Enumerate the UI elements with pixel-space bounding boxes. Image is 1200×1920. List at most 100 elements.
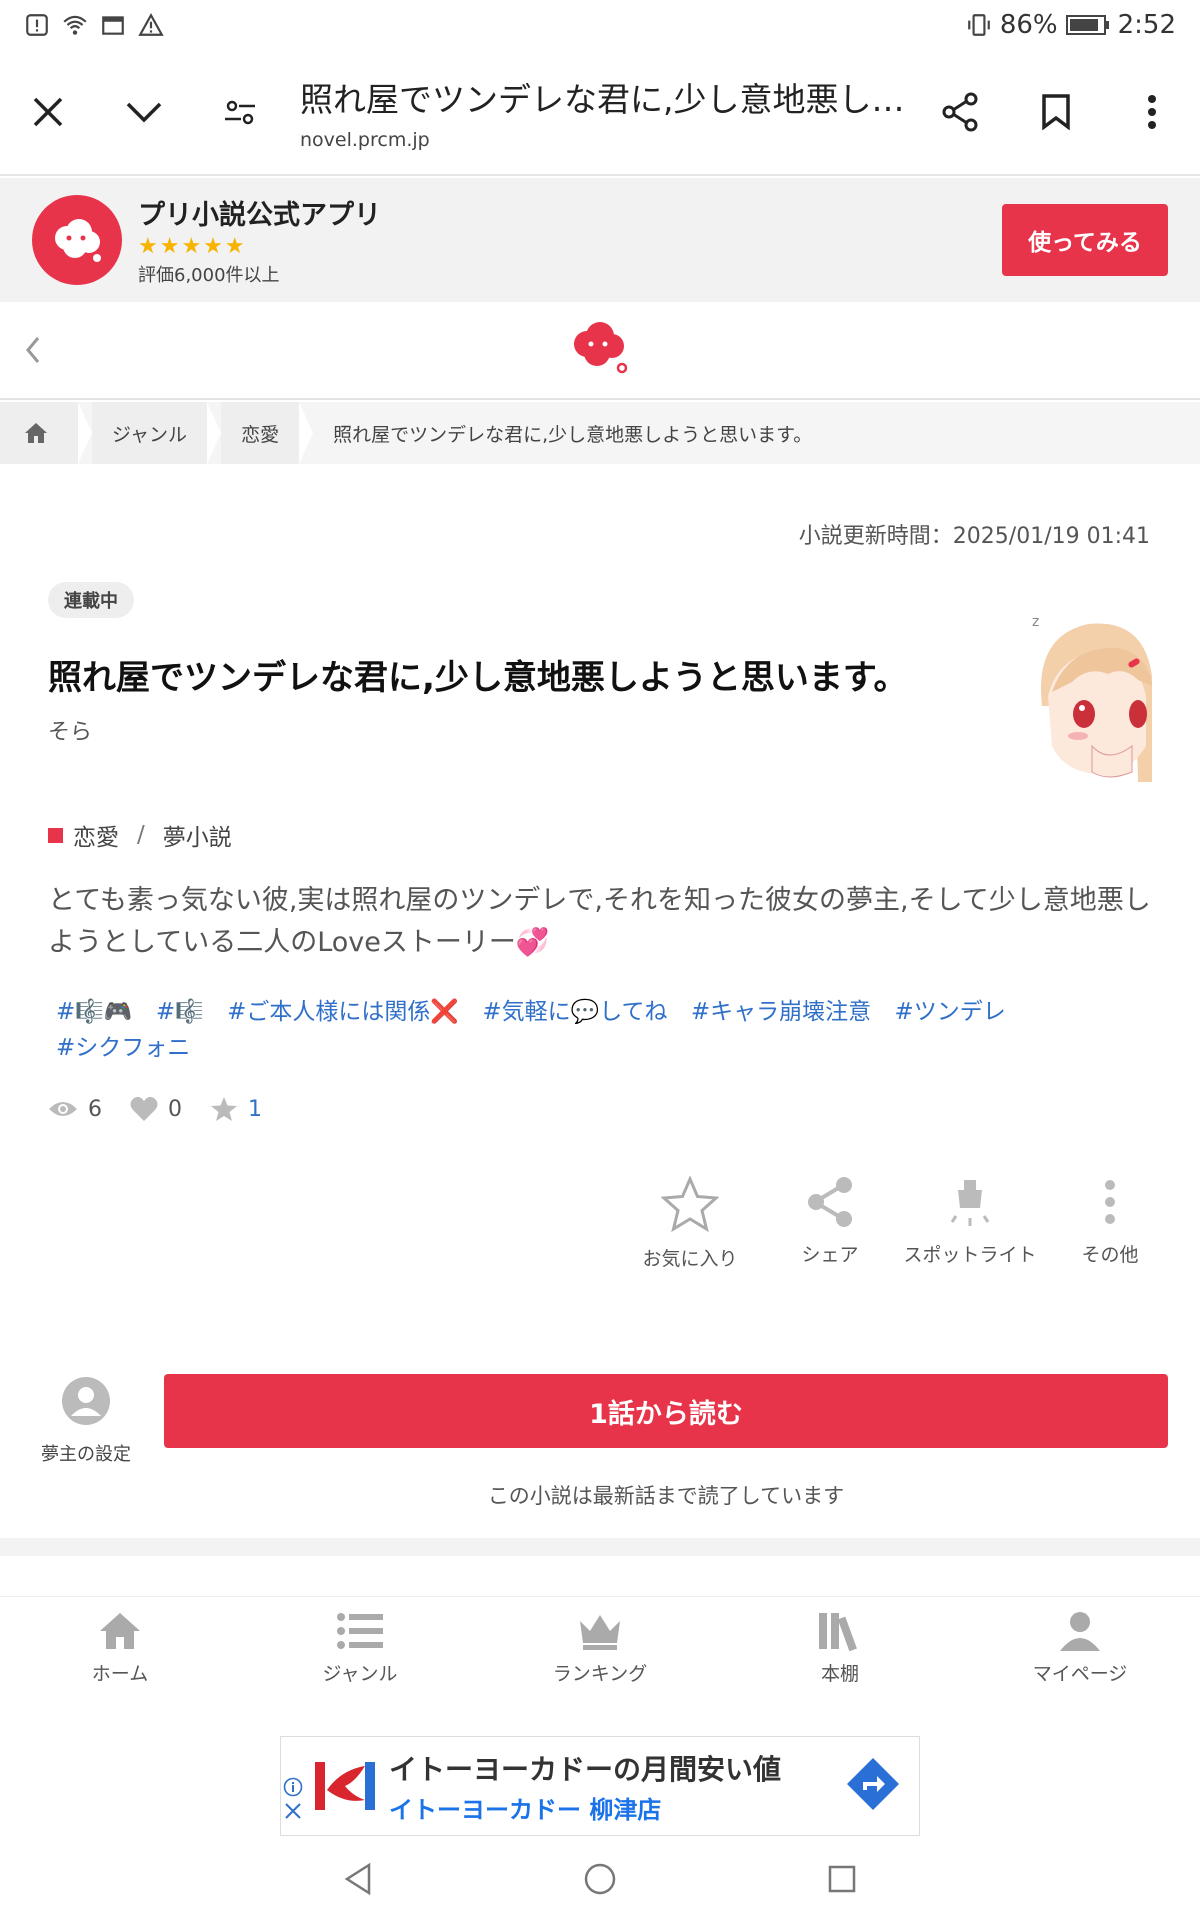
breadcrumb-romance[interactable]: 恋愛 <box>221 402 300 464</box>
tag-link[interactable]: #気軽に💬してね <box>482 999 667 1025</box>
dream-protagonist-setting[interactable]: 夢主の設定 <box>26 1376 146 1466</box>
dove-logo-icon <box>315 1756 375 1816</box>
spotlight-label: スポットライト <box>903 1244 1037 1266</box>
back-button[interactable] <box>20 332 44 372</box>
try-app-button[interactable]: 使ってみる <box>1002 204 1168 276</box>
more-vertical-icon <box>1148 95 1156 129</box>
site-logo[interactable] <box>567 318 633 382</box>
star-outline-icon <box>661 1176 719 1232</box>
genre-separator: / <box>137 822 145 848</box>
genre-link[interactable]: 恋愛 <box>73 818 119 852</box>
system-navigation <box>0 1838 1200 1920</box>
tag-link[interactable]: #ご本人様には関係❌ <box>227 999 459 1025</box>
close-icon <box>33 97 63 127</box>
status-bar: 86% 2:52 <box>0 0 1200 50</box>
nav-mypage[interactable]: マイページ <box>960 1597 1200 1706</box>
like-count: 0 <box>130 1096 182 1122</box>
app-promo-banner: プリ小説公式アプリ ★★★★★ 評価6,000件以上 使ってみる <box>0 178 1200 302</box>
ad-banner[interactable]: イトーヨーカドーの月間安い値 イトーヨーカドー 柳津店 <box>280 1736 920 1836</box>
more-button[interactable]: その他 <box>1040 1176 1180 1271</box>
tag-link[interactable]: #ツンデレ <box>894 999 1005 1025</box>
tag-link[interactable]: #🎼 <box>156 999 204 1025</box>
app-rating-stars: ★★★★★ <box>138 234 247 259</box>
novel-actions: お気に入り シェア スポットライト その他 <box>620 1176 1180 1271</box>
read-from-first-button[interactable]: 1話から読む <box>164 1374 1168 1448</box>
share-icon <box>942 92 978 132</box>
bookmark-icon <box>1042 94 1070 130</box>
minimize-button[interactable] <box>96 64 192 160</box>
cloud-logo-icon <box>55 219 101 262</box>
star-icon <box>211 1097 237 1121</box>
app-review-count: 評価6,000件以上 <box>138 265 280 286</box>
tag-list: #🎼🎮 #🎼 #ご本人様には関係❌ #気軽に💬してね #キャラ崩壊注意 #ツンデ… <box>56 994 1156 1066</box>
alert-icon <box>26 14 48 36</box>
nav-mypage-label: マイページ <box>1032 1663 1128 1685</box>
more-vertical-icon <box>1105 1180 1115 1224</box>
nav-bookshelf-label: 本棚 <box>820 1663 859 1685</box>
nav-home-label: ホーム <box>91 1663 149 1685</box>
cover-image[interactable]: z <box>1028 596 1152 782</box>
dream-protagonist-label: 夢主の設定 <box>41 1444 131 1465</box>
tag-link[interactable]: #🎼🎮 <box>56 999 133 1025</box>
battery-icon <box>1065 15 1109 35</box>
bookmark-button[interactable] <box>1008 64 1104 160</box>
share-button[interactable]: シェア <box>760 1176 900 1271</box>
app-info: プリ小説公式アプリ ★★★★★ 評価6,000件以上 <box>138 193 381 287</box>
list-icon <box>337 1613 383 1649</box>
spotlight-button[interactable]: スポットライト <box>900 1176 1040 1271</box>
genre-line: 恋愛 / 夢小説 <box>48 818 232 852</box>
close-tab-button[interactable] <box>0 64 96 160</box>
breadcrumb-separator <box>299 402 314 464</box>
calendar-icon <box>102 16 124 35</box>
nav-ranking[interactable]: ランキング <box>480 1597 720 1706</box>
home-icon <box>100 1613 140 1649</box>
favorite-count-value: 1 <box>248 1096 262 1122</box>
subgenre-link[interactable]: 夢小説 <box>163 818 232 852</box>
ad-subtitle: イトーヨーカドー 柳津店 <box>389 1795 662 1824</box>
nav-bookshelf[interactable]: 本棚 <box>720 1597 960 1706</box>
nav-home[interactable]: ホーム <box>0 1597 240 1706</box>
url-block[interactable]: 照れ屋でツンデレな君に,少し意地悪しようと思います。 novel.prcm.jp <box>288 73 912 151</box>
nav-genre[interactable]: ジャンル <box>240 1597 480 1706</box>
share-page-button[interactable] <box>912 64 1008 160</box>
favorite-label: お気に入り <box>642 1248 738 1270</box>
page-host: novel.prcm.jp <box>300 129 430 151</box>
more-label: その他 <box>1081 1244 1139 1266</box>
home-circle-icon[interactable] <box>583 1862 617 1896</box>
ad-logo <box>315 1756 375 1816</box>
page-settings-button[interactable] <box>192 64 288 160</box>
warning-icon <box>138 13 164 36</box>
app-name: プリ小説公式アプリ <box>138 200 381 231</box>
clock: 2:52 <box>1117 10 1176 40</box>
novel-summary: とても素っ気ない彼,実は照れ屋のツンデレで,それを知った彼女の夢主,そして少し意… <box>48 885 1151 958</box>
breadcrumb-genre[interactable]: ジャンル <box>92 402 208 464</box>
bottom-navigation: ホーム ジャンル ランキング 本棚 マイページ <box>0 1596 1200 1706</box>
favorite-count: 1 <box>210 1096 262 1122</box>
spotlight-icon <box>950 1180 990 1226</box>
recents-square-icon[interactable] <box>827 1864 857 1894</box>
novel-stats: 6 0 1 <box>48 1096 262 1122</box>
browser-menu-button[interactable] <box>1104 64 1200 160</box>
chevron-down-icon <box>126 102 162 123</box>
ad-directions-button[interactable] <box>845 1756 901 1816</box>
site-header <box>0 302 1200 400</box>
home-icon <box>25 423 47 443</box>
view-count: 6 <box>48 1097 102 1122</box>
chevron-left-icon <box>26 337 40 363</box>
breadcrumb-home[interactable] <box>0 402 78 464</box>
back-triangle-icon[interactable] <box>343 1862 373 1896</box>
favorite-button[interactable]: お気に入り <box>620 1176 760 1271</box>
breadcrumb-separator <box>207 402 222 464</box>
info-icon[interactable] <box>283 1777 303 1797</box>
user-icon <box>1060 1612 1100 1651</box>
tag-link[interactable]: #キャラ崩壊注意 <box>691 999 871 1025</box>
user-circle-icon <box>62 1377 110 1425</box>
share-label: シェア <box>801 1244 859 1266</box>
tag-link[interactable]: #シクフォニ <box>56 1035 190 1061</box>
ad-controls <box>283 1777 303 1821</box>
author-name[interactable]: そら <box>48 714 92 746</box>
updated-time: 小説更新時間：2025/01/19 01:41 <box>798 524 1150 549</box>
close-ad-icon[interactable] <box>283 1801 303 1821</box>
status-badge: 連載中 <box>48 582 134 618</box>
anime-character-illustration: z <box>1028 596 1152 782</box>
